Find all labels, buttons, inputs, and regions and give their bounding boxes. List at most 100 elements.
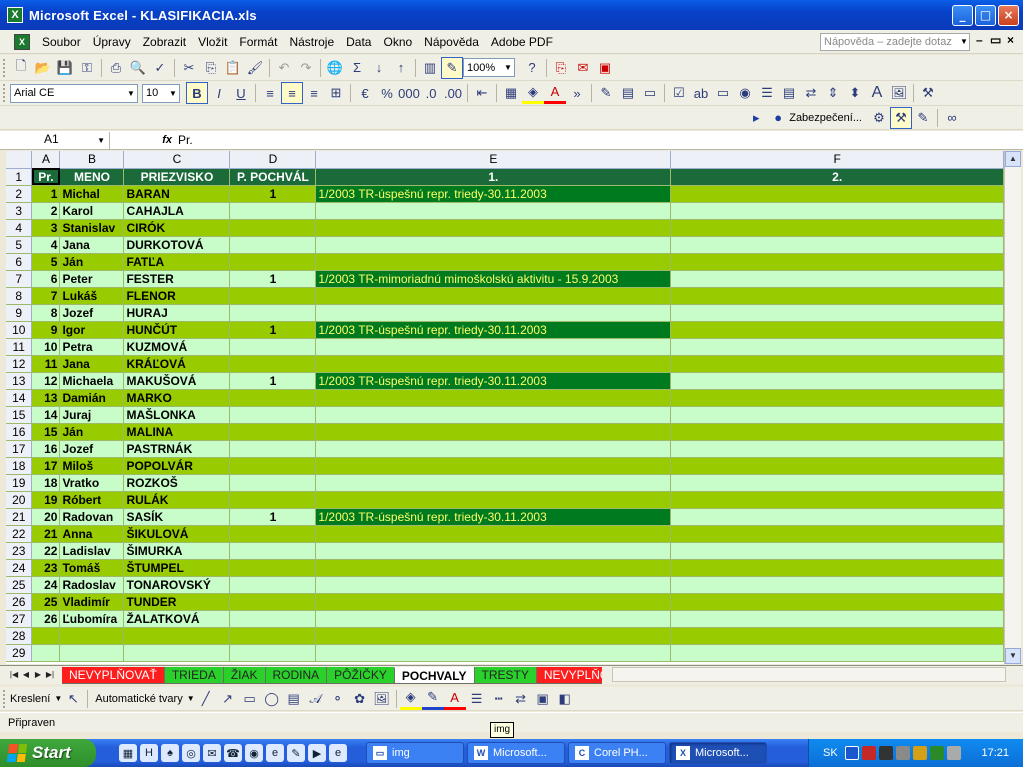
row-header[interactable]: 5	[6, 236, 33, 254]
cell-pochvala-1[interactable]: 1/2003 TR-mimoriadnú mimoškolskú aktivit…	[315, 270, 672, 288]
button-control-icon[interactable]: ▭	[712, 82, 734, 104]
cell-pochvala-2[interactable]	[670, 525, 1004, 543]
cell-pochvala-1[interactable]: 1/2003 TR-úspešnú repr. triedy-30.11.200…	[315, 185, 672, 203]
align-center-icon[interactable]: ≡	[281, 82, 303, 104]
cell-meno[interactable]: Róbert	[59, 491, 125, 509]
taskbar-button[interactable]: W Microsoft...	[467, 742, 565, 764]
cell-priezvisko[interactable]: ROZKOŠ	[123, 474, 231, 492]
quicklaunch-h-icon[interactable]: H	[140, 744, 158, 762]
cell-pochvala-2[interactable]	[670, 321, 1004, 339]
workbook-icon[interactable]: X	[14, 33, 30, 50]
menu-napoveda[interactable]: Nápověda	[418, 31, 485, 53]
header-cell-priezvisko[interactable]: PRIEZVISKO	[123, 168, 231, 186]
cell-priezvisko[interactable]: CAHAJLA	[123, 202, 231, 220]
cell-pochvala-2[interactable]	[670, 508, 1004, 526]
row-header[interactable]: 2	[6, 185, 33, 203]
align-right-icon[interactable]: ≡	[303, 82, 325, 104]
cell-pochvala-2[interactable]	[670, 372, 1004, 390]
cell-pochvala-1[interactable]	[315, 491, 672, 509]
tray-antivirus-icon[interactable]	[878, 746, 893, 760]
cell-pochvala-2[interactable]	[670, 236, 1004, 254]
tray-status-icon[interactable]	[929, 746, 944, 760]
help-dropdown-arrow[interactable]: ▼	[958, 33, 970, 51]
cell-pr[interactable]: 26	[31, 610, 61, 628]
header-cell-1[interactable]: 1.	[315, 168, 672, 186]
drawing-menu[interactable]: Kreslení	[10, 693, 50, 705]
next-sheet-icon[interactable]: ▶	[32, 668, 44, 682]
help-search-input[interactable]: Nápověda – zadejte dotaz	[820, 33, 970, 51]
cell-pochvala-1[interactable]	[315, 253, 672, 271]
security-dot-icon[interactable]: ●	[767, 107, 789, 129]
cell-priezvisko[interactable]: FLENOR	[123, 287, 231, 305]
combobox-control-icon[interactable]: ▤	[778, 82, 800, 104]
row-header[interactable]: 11	[6, 338, 33, 356]
cell-pochval[interactable]: 1	[229, 270, 317, 288]
row-header[interactable]: 26	[6, 593, 33, 611]
cell-priezvisko[interactable]: CIRÓK	[123, 219, 231, 237]
worksheet-grid[interactable]: A B C D E F 1 Pr. MENO PRIEZVISKO P. POC…	[6, 151, 1004, 664]
cell-pochval[interactable]	[229, 542, 317, 560]
chart-wizard-icon[interactable]: ▥	[419, 57, 441, 79]
cell-pr[interactable]: 15	[31, 423, 61, 441]
wordart-icon[interactable]: 𝒜	[305, 688, 327, 710]
shape-font-color-icon[interactable]: A	[443, 688, 466, 710]
copy-icon[interactable]: ⎘	[200, 57, 222, 79]
form-edit-icon[interactable]: ✎	[595, 82, 617, 104]
cell-pochvala-1[interactable]	[315, 423, 672, 441]
redo-icon[interactable]: ↷	[295, 57, 317, 79]
cell-pr[interactable]: 19	[31, 491, 61, 509]
decrease-indent-icon[interactable]: ⇤	[471, 82, 493, 104]
quicklaunch-explorer-icon[interactable]: e	[329, 744, 347, 762]
print-icon[interactable]: ⎙	[105, 57, 127, 79]
horizontal-scrollbar[interactable]	[612, 667, 1006, 682]
cell-pr[interactable]	[31, 627, 61, 645]
sheet-tab[interactable]: NEVYPLŇOV	[535, 666, 602, 684]
cell-pr[interactable]: 25	[31, 593, 61, 611]
cell-meno[interactable]: Radovan	[59, 508, 125, 526]
scroll-down-icon[interactable]: ▼	[1005, 648, 1021, 664]
cell-priezvisko[interactable]: POPOLVÁR	[123, 457, 231, 475]
cell-pochvala-1[interactable]	[315, 525, 672, 543]
pdf-email-icon[interactable]: ✉	[572, 57, 594, 79]
minimize-button[interactable]: _	[952, 4, 973, 26]
column-header-b[interactable]: B	[59, 151, 125, 169]
cell-pr[interactable]: 4	[31, 236, 61, 254]
toolbar-grip[interactable]	[3, 689, 6, 708]
cell-priezvisko[interactable]: MAKUŠOVÁ	[123, 372, 231, 390]
header-cell-pr[interactable]: Pr.	[31, 168, 61, 186]
cell-pochvala-1[interactable]: 1/2003 TR-úspešnú repr. triedy-30.11.200…	[315, 321, 672, 339]
menu-zobrazit[interactable]: Zobrazit	[137, 31, 192, 53]
cell-priezvisko[interactable]: ŽALATKOVÁ	[123, 610, 231, 628]
cell-pr[interactable]: 10	[31, 338, 61, 356]
scroll-control-icon[interactable]: ⬍	[844, 82, 866, 104]
textbox-icon[interactable]: ▤	[283, 688, 305, 710]
quicklaunch-ie-icon[interactable]: e	[266, 744, 284, 762]
cell-pochvala-1[interactable]	[315, 593, 672, 611]
cell-priezvisko[interactable]: BARAN	[123, 185, 231, 203]
increase-decimal-icon[interactable]: .0	[420, 82, 442, 104]
cell-pochvala-2[interactable]	[670, 355, 1004, 373]
cell-pochval[interactable]	[229, 474, 317, 492]
cell-meno[interactable]: Ján	[59, 253, 125, 271]
row-header[interactable]: 21	[6, 508, 33, 526]
cell-meno[interactable]: Damián	[59, 389, 125, 407]
quicklaunch-mail-icon[interactable]: ✉	[203, 744, 221, 762]
row-header[interactable]: 3	[6, 202, 33, 220]
menu-upravy[interactable]: Úpravy	[87, 31, 137, 53]
cell-meno[interactable]	[59, 644, 125, 662]
row-header[interactable]: 19	[6, 474, 33, 492]
cell-pochval[interactable]	[229, 355, 317, 373]
header-cell-meno[interactable]: MENO	[59, 168, 125, 186]
cell-pochvala-1[interactable]	[315, 644, 672, 662]
cell-pochvala-1[interactable]	[315, 202, 672, 220]
cell-pochval[interactable]	[229, 338, 317, 356]
select-all-corner[interactable]	[6, 151, 33, 169]
cell-meno[interactable]: Stanislav	[59, 219, 125, 237]
row-header[interactable]: 8	[6, 287, 33, 305]
control-toolbox-icon[interactable]: ⚙	[868, 107, 890, 129]
cell-pr[interactable]: 6	[31, 270, 61, 288]
cell-pochval[interactable]	[229, 491, 317, 509]
zoom-select[interactable]: 100% ▼	[463, 58, 515, 77]
cell-pochvala-1[interactable]	[315, 542, 672, 560]
cell-pr[interactable]: 13	[31, 389, 61, 407]
